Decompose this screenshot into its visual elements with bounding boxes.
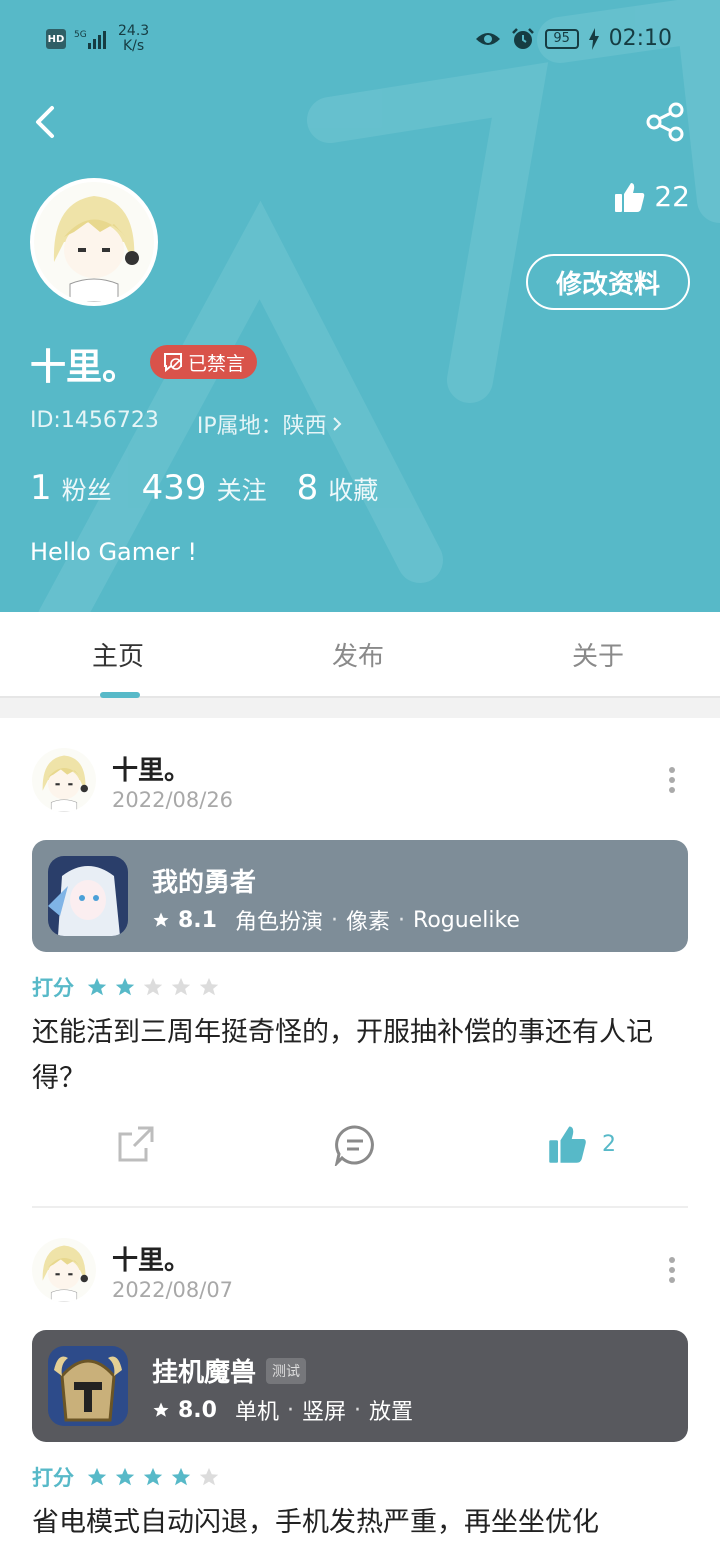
- review-post: 十里。 2022/08/07 挂机魔兽 测试 8.0 单机 · 竖屏 · 放置 …: [0, 1208, 720, 1560]
- stat-following[interactable]: 439 关注: [142, 468, 267, 508]
- game-card[interactable]: 我的勇者 8.1 角色扮演 · 像素 · Roguelike: [32, 840, 688, 952]
- post-avatar[interactable]: [32, 1238, 96, 1302]
- star-filled-icon: [171, 1467, 191, 1486]
- review-text: 省电模式自动闪退，手机发热严重，再坐坐优化: [32, 1507, 599, 1538]
- game-meta: 8.1 角色扮演 · 像素 · Roguelike: [152, 904, 520, 936]
- charging-icon: [588, 27, 599, 50]
- profile-username: 十里。: [30, 347, 139, 388]
- game-genre: 竖屏: [302, 1400, 347, 1425]
- chevron-right-icon: [332, 417, 342, 431]
- game-genre: 角色扮演: [234, 910, 323, 935]
- star-rating: [86, 1466, 220, 1488]
- profile-tabs: 主页 发布 关于: [0, 612, 720, 698]
- stat-followers[interactable]: 1 粉丝: [30, 468, 112, 508]
- like-button[interactable]: 2: [548, 1124, 616, 1164]
- post-date: 2022/08/07: [112, 1278, 234, 1302]
- eye-icon: [475, 32, 500, 45]
- game-genre: 放置: [369, 1400, 414, 1425]
- share-post-icon[interactable]: [116, 1124, 156, 1164]
- star-filled-icon: [115, 977, 135, 996]
- post-author: 十里。: [112, 1246, 191, 1276]
- tab-about[interactable]: 关于: [572, 636, 624, 673]
- game-genre: 像素: [346, 910, 391, 935]
- game-genre: Roguelike: [413, 907, 520, 933]
- game-title: 挂机魔兽 测试: [152, 1352, 307, 1389]
- star-filled-icon: [143, 1467, 163, 1486]
- like-count: 2: [602, 1131, 616, 1157]
- star-empty-icon: [171, 977, 191, 996]
- game-score: 8.0: [178, 1397, 217, 1423]
- more-options-icon[interactable]: [662, 765, 682, 795]
- anime-avatar-image: [34, 182, 154, 302]
- star-empty-icon: [143, 977, 163, 996]
- tab-posts[interactable]: 发布: [332, 636, 384, 673]
- alarm-icon: [511, 27, 534, 49]
- game-genre: 单机: [234, 1400, 279, 1425]
- star-filled-icon: [87, 977, 107, 996]
- back-button[interactable]: [30, 102, 62, 142]
- post-date: 2022/08/26: [112, 788, 234, 812]
- profile-avatar[interactable]: [30, 178, 158, 306]
- network-speed: 24.3 K/s: [118, 23, 150, 54]
- profile-page: HD 5G 24.3 K/s 95 02:10 22 修改资料 十里。 已禁言 …: [0, 0, 720, 1560]
- star-rating: [86, 976, 220, 998]
- star-icon: [153, 1402, 169, 1417]
- star-empty-icon: [199, 1467, 219, 1486]
- tab-home[interactable]: 主页: [92, 636, 144, 673]
- game-icon-my-hero: [48, 856, 128, 936]
- svg-text:5G: 5G: [74, 30, 87, 40]
- rating-row: 打分: [32, 972, 220, 1002]
- clock: 02:10: [608, 26, 672, 51]
- thumbs-up-icon: [615, 182, 645, 212]
- status-bar: HD 5G 24.3 K/s 95 02:10: [0, 0, 720, 80]
- thumbs-up-icon: [549, 1126, 586, 1163]
- banned-badge: 已禁言: [150, 345, 258, 379]
- review-text: 还能活到三周年挺奇怪的，开服抽补偿的事还有人记得？: [32, 1017, 653, 1094]
- rating-label: 打分: [32, 976, 74, 1000]
- post-author: 十里。: [112, 756, 191, 786]
- profile-likes: 22: [614, 180, 690, 213]
- muted-chat-icon: [164, 353, 182, 373]
- anime-avatar-image: [32, 1238, 96, 1302]
- id-row: ID:1456723 IP属地：陕西: [30, 408, 343, 440]
- rating-row: 打分: [32, 1462, 220, 1492]
- game-card[interactable]: 挂机魔兽 测试 8.0 单机 · 竖屏 · 放置: [32, 1330, 688, 1442]
- post-avatar[interactable]: [32, 748, 96, 812]
- profile-likes-count: 22: [654, 180, 690, 213]
- anime-avatar-image: [32, 748, 96, 812]
- profile-bio: Hello Gamer !: [30, 538, 198, 566]
- user-id: ID:1456723: [30, 408, 159, 433]
- star-icon: [153, 912, 169, 927]
- ip-location[interactable]: IP属地：陕西: [197, 408, 343, 440]
- game-meta: 8.0 单机 · 竖屏 · 放置: [152, 1394, 413, 1426]
- signal-icon: 5G: [74, 30, 106, 49]
- stats-row: 1 粉丝 439 关注 8 收藏: [30, 468, 378, 508]
- more-options-icon[interactable]: [662, 1255, 682, 1285]
- stat-favorites[interactable]: 8 收藏: [297, 468, 379, 508]
- star-filled-icon: [87, 1467, 107, 1486]
- game-icon-idle-warcraft: [48, 1346, 128, 1426]
- battery-indicator: 95: [544, 28, 579, 49]
- profile-header: HD 5G 24.3 K/s 95 02:10 22 修改资料 十里。 已禁言 …: [0, 0, 720, 612]
- rating-label: 打分: [32, 1466, 74, 1490]
- comment-icon[interactable]: [334, 1124, 376, 1166]
- edit-profile-button[interactable]: 修改资料: [526, 254, 690, 310]
- star-filled-icon: [115, 1467, 135, 1486]
- review-post: 十里。 2022/08/26 我的勇者 8.1 角色扮演 · 像素 · Rogu…: [0, 718, 720, 1208]
- review-feed: 十里。 2022/08/26 我的勇者 8.1 角色扮演 · 像素 · Rogu…: [0, 718, 720, 1560]
- share-button[interactable]: [646, 102, 686, 142]
- hd-indicator: HD: [46, 29, 66, 49]
- game-score: 8.1: [178, 907, 217, 933]
- game-title: 我的勇者: [152, 868, 257, 898]
- test-tag: 测试: [266, 1357, 307, 1384]
- star-empty-icon: [199, 977, 219, 996]
- tab-indicator: [100, 692, 140, 698]
- post-actions: 2: [0, 1124, 720, 1184]
